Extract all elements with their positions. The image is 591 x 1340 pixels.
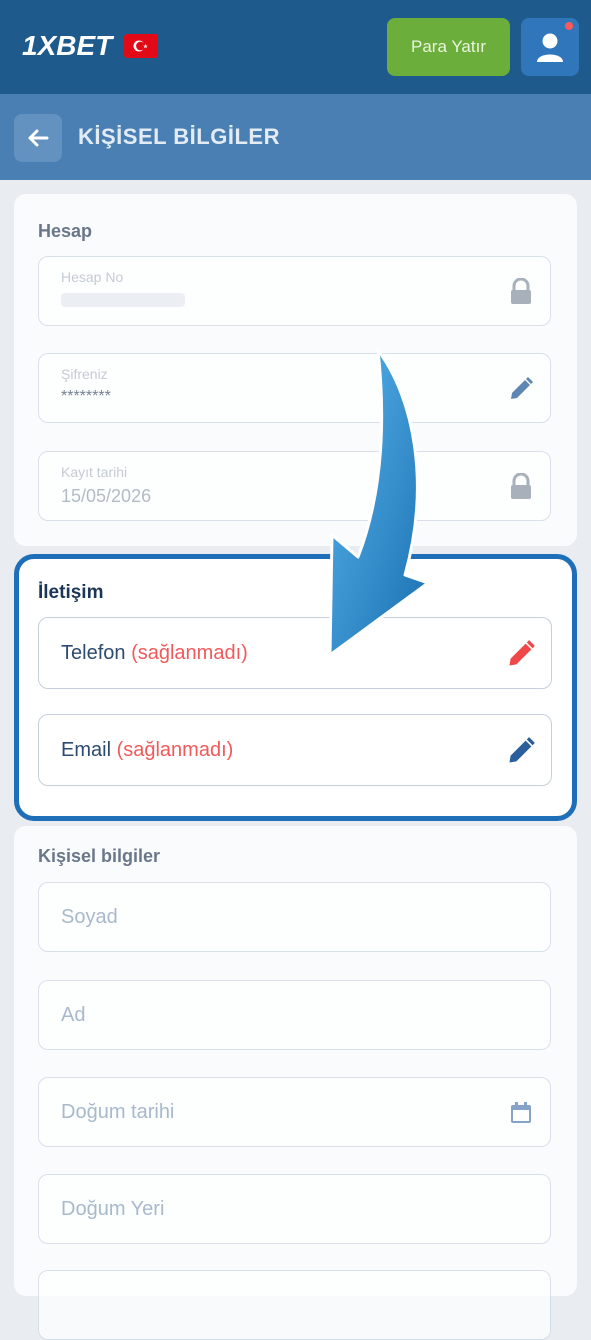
field-label: Şifreniz — [61, 366, 108, 382]
registration-date-value: 15/05/2026 — [61, 486, 152, 506]
email-text: Email (sağlanmadı) — [61, 739, 233, 762]
email-status: (sağlanmadı) — [116, 739, 234, 761]
contact-section-title: İletişim — [38, 582, 104, 603]
birth-date-placeholder: Doğum tarihi — [61, 1101, 175, 1123]
account-number-field: Hesap No — [38, 256, 551, 326]
account-section-title: Hesap — [38, 221, 93, 241]
surname-field[interactable]: Soyad — [38, 882, 551, 952]
birth-place-field[interactable]: Doğum Yeri — [38, 1174, 551, 1244]
lock-icon — [506, 472, 536, 502]
birth-place-placeholder: Doğum Yeri — [61, 1198, 165, 1220]
user-icon — [537, 33, 563, 62]
pencil-icon[interactable] — [506, 374, 536, 404]
logo-text: 1XBET — [22, 30, 113, 61]
field-label: Kayıt tarihi — [61, 464, 128, 480]
name-placeholder: Ad — [61, 1004, 86, 1026]
notification-dot — [565, 22, 573, 30]
turkey-flag-icon — [124, 34, 159, 58]
personal-section-title: Kişisel bilgiler — [38, 846, 161, 866]
phone-text: Telefon (sağlanmadı) — [61, 642, 248, 665]
next-field[interactable] — [38, 1270, 551, 1340]
name-field[interactable]: Ad — [38, 980, 551, 1050]
pencil-icon[interactable] — [505, 735, 537, 767]
phone-status: (sağlanmadı) — [131, 642, 248, 664]
password-field[interactable]: Şifreniz ******** — [38, 353, 551, 423]
deposit-button[interactable]: Para Yatır — [387, 18, 510, 76]
calendar-icon[interactable] — [506, 1098, 536, 1128]
profile-button[interactable] — [521, 18, 579, 76]
brand-logo[interactable]: 1XBET — [22, 30, 159, 62]
page-title: KİŞİSEL BİLGİLER — [78, 124, 280, 149]
phone-field[interactable]: Telefon (sağlanmadı) — [38, 617, 552, 689]
field-label: Hesap No — [61, 269, 124, 285]
lock-icon — [506, 277, 536, 307]
phone-label: Telefon — [61, 642, 126, 664]
arrow-left-icon — [28, 129, 49, 147]
account-number-value-blurred — [61, 293, 185, 307]
surname-placeholder: Soyad — [61, 906, 118, 928]
birth-date-field[interactable]: Doğum tarihi — [38, 1077, 551, 1147]
password-value: ******** — [61, 388, 111, 405]
email-field[interactable]: Email (sağlanmadı) — [38, 714, 552, 786]
email-label: Email — [61, 739, 112, 761]
back-button[interactable] — [14, 114, 62, 162]
registration-date-field: Kayıt tarihi 15/05/2026 — [38, 451, 551, 521]
pencil-icon[interactable] — [505, 638, 537, 670]
